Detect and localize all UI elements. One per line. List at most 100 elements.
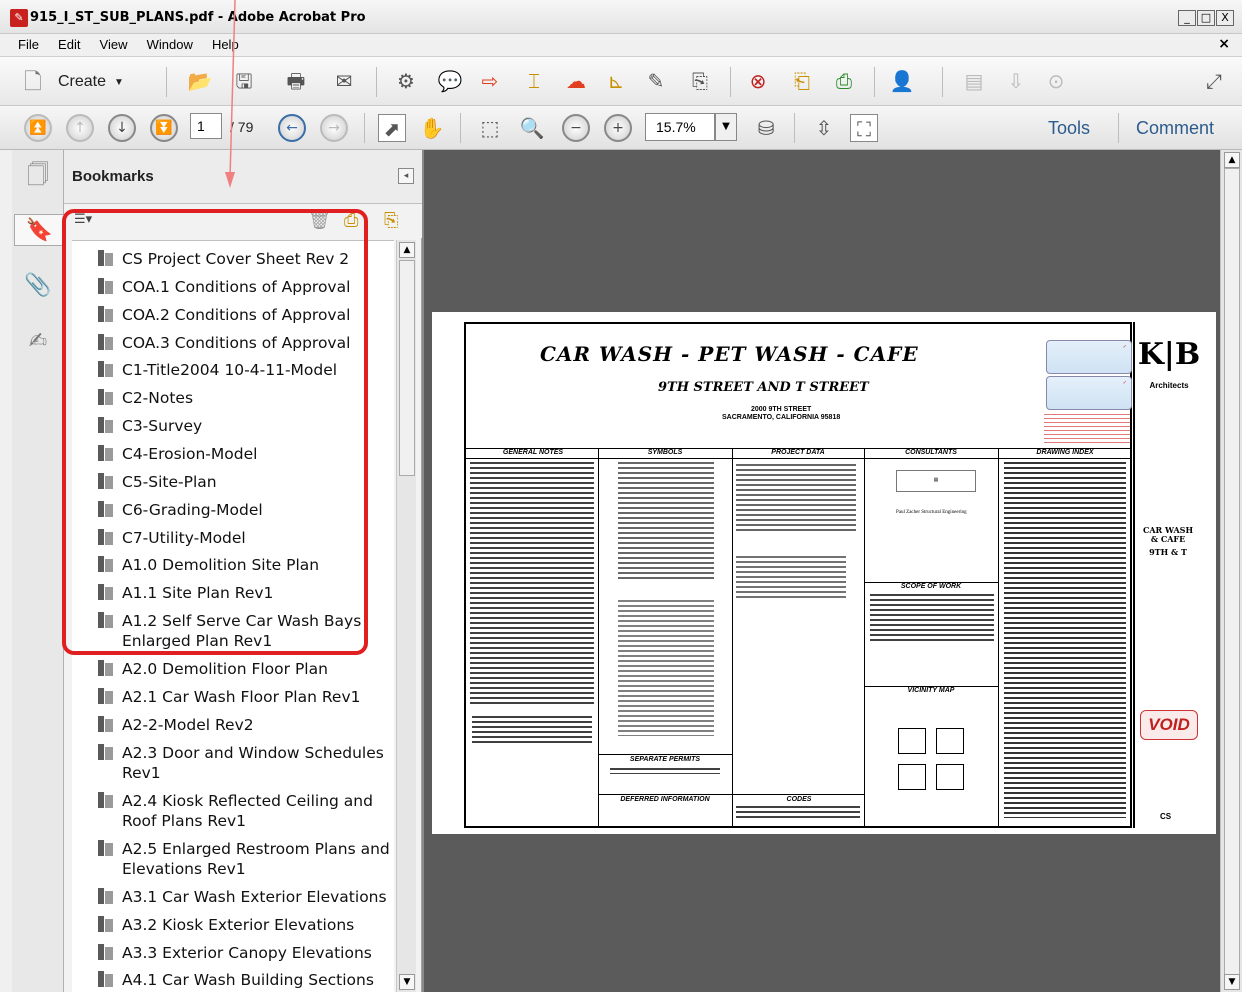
measure-icon[interactable]: ⊾ <box>602 67 630 95</box>
dynamic-zoom-icon[interactable]: 🔍 <box>518 114 546 142</box>
page-thumbnails-icon[interactable]: 🗍 <box>24 160 52 192</box>
minimize-button[interactable]: _ <box>1178 10 1196 26</box>
bookmark-item[interactable]: C4-Erosion-Model <box>96 444 392 464</box>
zoom-dropdown-icon[interactable]: ▼ <box>715 113 737 141</box>
select-tool-icon[interactable]: ⬈ <box>378 114 406 142</box>
open-icon[interactable]: 📂 <box>186 67 214 95</box>
bookmark-item[interactable]: C5-Site-Plan <box>96 472 392 492</box>
fit-width-icon[interactable]: ⇳ <box>810 114 838 142</box>
project-data-table <box>736 556 846 600</box>
bookmark-item[interactable]: C3-Survey <box>96 416 392 436</box>
bookmark-label: COA.2 Conditions of Approval <box>122 306 351 324</box>
bookmark-label: A3.2 Kiosk Exterior Elevations <box>122 916 355 934</box>
delete-page-icon[interactable]: ⊗ <box>744 67 772 95</box>
pan-zoom-icon[interactable]: ⛁ <box>752 114 780 142</box>
menu-view[interactable]: View <box>100 34 128 52</box>
bookmark-item[interactable]: A1.1 Site Plan Rev1 <box>96 583 392 603</box>
hand-tool-icon[interactable]: ✋ <box>418 114 446 142</box>
bookmark-item[interactable]: CS Project Cover Sheet Rev 2 <box>96 249 392 269</box>
go-forward-icon[interactable]: → <box>320 114 348 142</box>
fit-page-icon[interactable]: ⛶ <box>850 114 878 142</box>
zoom-input[interactable]: 15.7% <box>645 113 715 141</box>
email-icon[interactable]: ✉ <box>330 67 358 95</box>
bookmark-label: C7-Utility-Model <box>122 529 246 547</box>
comment-bubble-icon[interactable]: 💬 <box>436 67 464 95</box>
bookmark-label: C6-Grading-Model <box>122 501 263 519</box>
create-button[interactable]: 🗋 Create ▼ <box>24 67 124 97</box>
bookmark-label: C5-Site-Plan <box>122 473 217 491</box>
attach-file-icon[interactable]: ⎘ <box>686 67 714 95</box>
scroll-thumb[interactable] <box>399 260 415 476</box>
bookmark-item[interactable]: C1-Title2004 10-4-11-Model <box>96 360 392 380</box>
menu-bar: File Edit View Window Help × <box>0 34 1242 56</box>
bookmark-item[interactable]: A2.3 Door and Window Schedules Rev1 <box>96 743 392 783</box>
extract-page-icon[interactable]: ⎗ <box>788 67 816 95</box>
zoom-in-icon[interactable]: + <box>604 114 632 142</box>
expand-view-icon[interactable]: ⤢ <box>1200 67 1228 95</box>
title-bar: ✎ 915_I_ST_SUB_PLANS.pdf - Adobe Acrobat… <box>0 0 1242 34</box>
attachments-icon[interactable]: 📎 <box>24 270 52 302</box>
bookmark-icon <box>96 306 114 324</box>
bookmarks-scrollbar[interactable]: ▲ ▼ <box>396 240 416 992</box>
signatures-icon[interactable]: ✍ <box>24 326 52 358</box>
bookmark-icon <box>96 944 114 962</box>
bookmark-item[interactable]: A1.2 Self Serve Car Wash Bays Enlarged P… <box>96 611 392 651</box>
annotation-arrow <box>225 0 236 188</box>
go-back-icon[interactable]: ← <box>278 114 306 142</box>
main-toolbar: 🗋 Create ▼ 📂 🖫 🖶 ✉ ⚙ 💬 ⇨ ⌶ ☁ ⊾ ✎ ⎘ ⊗ ⎗ ⎙… <box>0 56 1242 106</box>
doc-scroll-thumb[interactable] <box>1224 168 1240 978</box>
document-scrollbar[interactable]: ▲ ▼ <box>1220 150 1242 992</box>
menu-window[interactable]: Window <box>147 34 193 52</box>
menu-file[interactable]: File <box>18 34 39 52</box>
bookmark-item[interactable]: COA.2 Conditions of Approval <box>96 305 392 325</box>
last-page-icon[interactable]: ⏬ <box>150 114 178 142</box>
collapse-panel-icon[interactable]: ◂ <box>398 168 414 184</box>
tab-comment[interactable]: Comment <box>1136 118 1214 139</box>
text-box-icon[interactable]: ⌶ <box>520 67 548 95</box>
bookmark-item[interactable]: A3.2 Kiosk Exterior Elevations <box>96 915 392 935</box>
edit-text-icon[interactable]: ✎ <box>642 67 670 95</box>
bookmark-item[interactable]: A3.3 Exterior Canopy Elevations <box>96 943 392 963</box>
print-icon[interactable]: 🖶 <box>282 67 310 95</box>
new-bookmark-icon[interactable]: ⎙ <box>344 210 358 231</box>
arrow-tool-icon[interactable]: ⇨ <box>476 67 504 95</box>
column-line <box>732 448 733 828</box>
bookmark-item[interactable]: C6-Grading-Model <box>96 500 392 520</box>
bookmark-item[interactable]: A2.5 Enlarged Restroom Plans and Elevati… <box>96 839 392 879</box>
next-page-icon[interactable]: ↓ <box>108 114 136 142</box>
settings-gear-icon[interactable]: ⚙ <box>392 67 420 95</box>
menu-edit[interactable]: Edit <box>58 34 80 52</box>
bookmark-item[interactable]: A2-2-Model Rev2 <box>96 715 392 735</box>
scope-of-work-text <box>870 594 994 642</box>
bookmark-item[interactable]: A2.1 Car Wash Floor Plan Rev1 <box>96 687 392 707</box>
bookmark-item[interactable]: A2.4 Kiosk Reflected Ceiling and Roof Pl… <box>96 791 392 831</box>
expand-bookmark-icon[interactable]: ⎘ <box>384 210 398 231</box>
maximize-button[interactable]: □ <box>1197 10 1215 26</box>
scroll-up-icon[interactable]: ▲ <box>399 242 415 258</box>
bookmark-item[interactable]: C7-Utility-Model <box>96 528 392 548</box>
zoom-out-icon[interactable]: − <box>562 114 590 142</box>
marquee-zoom-icon[interactable]: ⬚ <box>476 114 504 142</box>
bookmark-item[interactable]: C2-Notes <box>96 388 392 408</box>
bookmark-item[interactable]: A2.0 Demolition Floor Plan <box>96 659 392 679</box>
user-sign-icon[interactable]: 👤 <box>888 67 916 95</box>
previous-page-icon[interactable]: ↑ <box>66 114 94 142</box>
close-document-icon[interactable]: × <box>1218 36 1230 52</box>
bookmark-item[interactable]: COA.1 Conditions of Approval <box>96 277 392 297</box>
bookmarks-icon[interactable]: 🔖 <box>14 214 64 246</box>
scroll-down-icon[interactable]: ▼ <box>399 974 415 990</box>
first-page-icon[interactable]: ⏫ <box>24 114 52 142</box>
bookmark-item[interactable]: A1.0 Demolition Site Plan <box>96 555 392 575</box>
page-number-input[interactable]: 1 <box>190 113 222 139</box>
bookmark-item[interactable]: COA.3 Conditions of Approval <box>96 333 392 353</box>
doc-scroll-down-icon[interactable]: ▼ <box>1224 974 1240 990</box>
tab-tools[interactable]: Tools <box>1048 118 1090 139</box>
bookmark-item[interactable]: A3.1 Car Wash Exterior Elevations <box>96 887 392 907</box>
options-menu-icon[interactable]: ☰▾ <box>74 212 92 227</box>
insert-page-icon[interactable]: ⎙ <box>830 67 858 95</box>
close-button[interactable]: X <box>1216 10 1234 26</box>
doc-scroll-up-icon[interactable]: ▲ <box>1224 152 1240 168</box>
bookmark-item[interactable]: A4.1 Car Wash Building Sections <box>96 970 392 990</box>
delete-bookmark-icon[interactable]: 🗑 <box>308 210 331 231</box>
cloud-shape-icon[interactable]: ☁ <box>562 67 590 95</box>
